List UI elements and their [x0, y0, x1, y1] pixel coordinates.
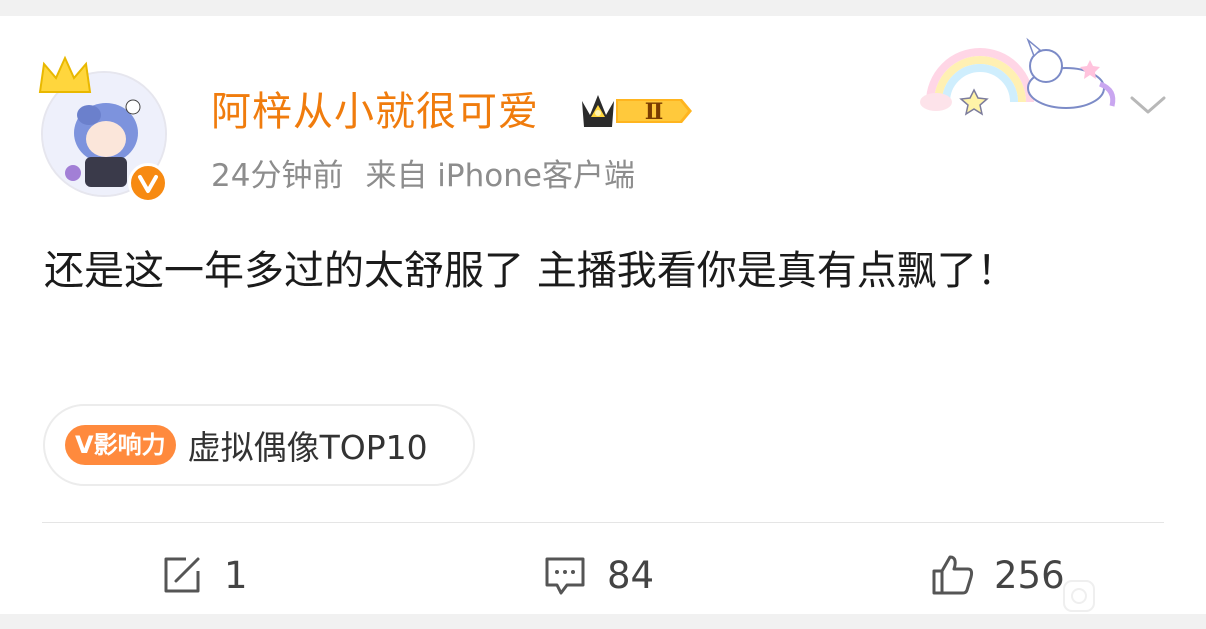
repost-count: 1: [224, 553, 248, 597]
like-button[interactable]: 256: [930, 550, 1065, 600]
edit-share-icon: [164, 557, 200, 593]
vip-level: Ⅱ: [645, 99, 664, 125]
like-count: 256: [994, 553, 1065, 597]
post-meta: 24分钟前 来自 iPhone客户端: [211, 154, 635, 198]
verified-v-icon: [138, 175, 158, 193]
post-content: 还是这一年多过的太舒服了 主播我看你是真有点飘了！: [44, 248, 1017, 294]
user-name[interactable]: 阿梓从小就很可爱: [211, 86, 539, 138]
topic-label: 虚拟偶像TOP10: [187, 428, 428, 467]
comment-icon: [545, 557, 585, 595]
topic-tag[interactable]: V影响力 虚拟偶像TOP10: [43, 404, 475, 486]
verified-badge: [128, 163, 168, 203]
influence-badge: V影响力: [65, 425, 176, 465]
crown-icon: [38, 55, 92, 93]
repost-button[interactable]: 1: [160, 550, 248, 600]
divider: [42, 522, 1164, 523]
chevron-down-icon[interactable]: [1128, 92, 1168, 118]
thumbs-up-icon: [932, 555, 974, 595]
comment-button[interactable]: 84: [543, 550, 654, 600]
unicorn-rainbow-sticker-icon: [920, 37, 1116, 116]
post-source[interactable]: 来自 iPhone客户端: [365, 158, 635, 194]
vip-crown-badge-icon[interactable]: Ⅱ: [578, 89, 696, 133]
post-time: 24分钟前: [211, 158, 344, 194]
weibo-post-card: 阿梓从小就很可爱 Ⅱ 24分钟前 来自 iPhone客户端 还是这一年多过的太舒服…: [0, 16, 1206, 614]
comment-count: 84: [607, 553, 655, 597]
watermark-icon: [1063, 580, 1095, 612]
